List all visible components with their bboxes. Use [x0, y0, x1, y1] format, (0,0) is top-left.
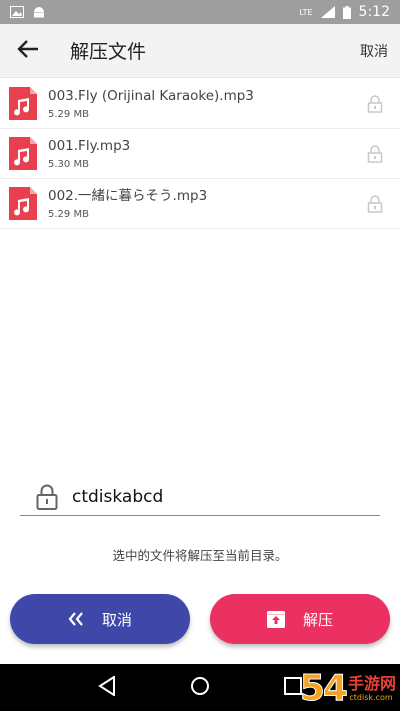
nav-back-button[interactable]	[87, 668, 127, 708]
password-input[interactable]	[72, 486, 332, 507]
nav-home-button[interactable]	[180, 668, 220, 708]
mp3-file-icon	[9, 87, 37, 120]
back-button[interactable]	[0, 24, 56, 78]
file-row[interactable]: 002.一緒に暮らそう.mp3 5.29 MB	[0, 179, 400, 229]
square-recents-icon	[284, 676, 303, 699]
app-bar: 解压文件 取消	[0, 24, 400, 78]
arrow-left-icon	[17, 39, 39, 62]
file-name: 002.一緒に暮らそう.mp3	[48, 188, 208, 204]
header-cancel-button[interactable]: 取消	[348, 41, 400, 61]
navigation-bar	[0, 664, 400, 711]
hint-text: 选中的文件将解压至当前目录。	[112, 548, 288, 563]
lock-icon	[367, 144, 383, 163]
file-size: 5.29 MB	[48, 109, 89, 120]
signal-icon	[320, 6, 335, 18]
android-icon	[32, 6, 46, 18]
circle-home-icon	[190, 676, 210, 700]
lock-icon	[367, 94, 383, 113]
cancel-button[interactable]: 取消	[10, 594, 190, 644]
file-info: 003.Fly (Orijinal Karaoke).mp3 5.29 MB	[48, 87, 367, 120]
file-size: 5.29 MB	[48, 209, 89, 220]
status-bar: LTE 5:12	[0, 0, 400, 24]
page-title: 解压文件	[70, 41, 147, 63]
triangle-back-icon	[97, 674, 116, 700]
battery-icon	[342, 6, 351, 19]
file-size: 5.30 MB	[48, 159, 89, 170]
lte-label: LTE	[299, 7, 313, 17]
file-info: 002.一緒に暮らそう.mp3 5.29 MB	[48, 187, 367, 220]
extract-button[interactable]: 解压	[210, 594, 390, 644]
status-left	[10, 6, 46, 18]
image-icon	[10, 6, 24, 18]
file-info: 001.Fly.mp3 5.30 MB	[48, 137, 367, 170]
lock-icon	[367, 194, 383, 213]
file-row[interactable]: 003.Fly (Orijinal Karaoke).mp3 5.29 MB	[0, 79, 400, 129]
extract-button-label: 解压	[302, 610, 333, 629]
file-list: 003.Fly (Orijinal Karaoke).mp3 5.29 MB 0…	[0, 79, 400, 229]
nav-recents-button[interactable]	[273, 668, 313, 708]
clock: 5:12	[358, 4, 390, 20]
mp3-file-icon	[9, 187, 37, 220]
file-name: 003.Fly (Orijinal Karaoke).mp3	[48, 88, 254, 104]
file-name: 001.Fly.mp3	[48, 138, 131, 154]
lock-icon	[36, 484, 58, 510]
password-row	[20, 478, 380, 516]
cancel-button-label: 取消	[101, 610, 132, 629]
mp3-file-icon	[9, 137, 37, 170]
archive-icon	[266, 610, 285, 628]
status-right: LTE 5:12	[299, 4, 390, 20]
file-row[interactable]: 001.Fly.mp3 5.30 MB	[0, 129, 400, 179]
double-chevron-left-icon	[68, 612, 84, 626]
